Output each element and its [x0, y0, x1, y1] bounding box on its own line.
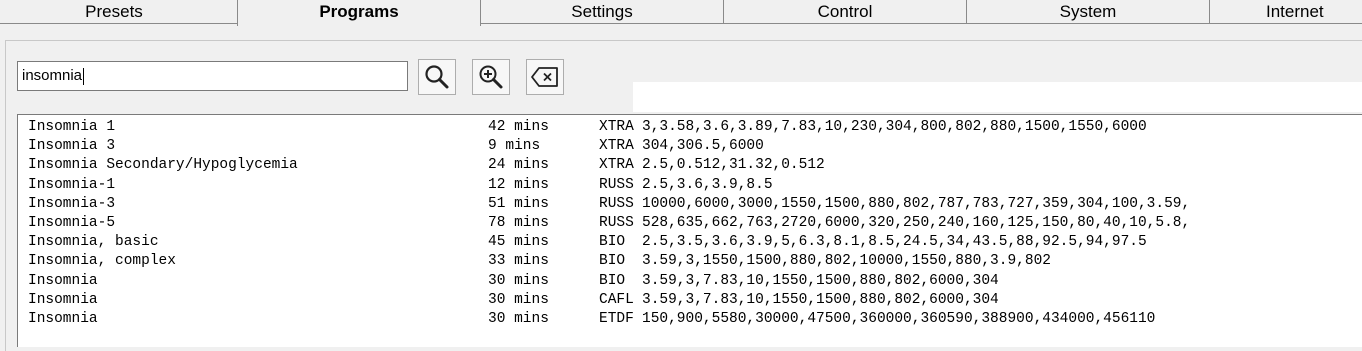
tab-system[interactable]: System — [966, 0, 1210, 24]
program-row[interactable]: Insomnia 30 mins ETDF 150,900,5580,30000,47… — [18, 310, 1362, 329]
program-row[interactable]: Insomnia Secondary/Hypoglycemia 24 mins XT… — [18, 156, 1362, 175]
program-duration: 78 mins — [488, 215, 549, 231]
program-type: RUSS — [599, 176, 634, 193]
search-icon — [425, 65, 449, 89]
program-duration: 33 mins — [488, 253, 549, 270]
program-frequencies: 3.59,3,7.83,10,1550,1500,880,802,6000,30… — [642, 291, 999, 308]
program-row[interactable]: Insomnia 30 mins CAFL 3.59,3,7.83,10,1550,1… — [18, 291, 1362, 310]
search-button[interactable] — [418, 59, 456, 95]
tab-settings[interactable]: Settings — [480, 0, 724, 24]
program-type: XTRA — [599, 138, 634, 155]
program-duration: 12 mins — [488, 176, 549, 193]
program-duration: 51 mins — [488, 195, 549, 212]
program-name: Insomnia-1 — [28, 176, 116, 193]
text-cursor — [83, 67, 85, 85]
program-duration: 45 mins — [488, 234, 549, 251]
search-input[interactable]: insomnia — [17, 61, 408, 91]
program-name: Insomnia, basic — [28, 234, 159, 251]
program-row[interactable]: Insomnia-5 78 mins RUSS 528,635,662,763,272… — [18, 214, 1362, 233]
program-duration: 30 mins — [488, 291, 549, 308]
tab-bar: Presets Programs Settings Control System… — [0, 0, 1362, 26]
program-duration: 30 mins — [488, 272, 549, 289]
program-frequencies: 3.59,3,1550,1500,880,802,10000,1550,880,… — [642, 253, 1051, 270]
program-duration: 9 mins — [488, 138, 541, 155]
program-frequencies: 10000,6000,3000,1550,1500,880,802,787,78… — [642, 195, 1191, 212]
program-frequencies: 528,635,662,763,2720,6000,320,250,240,16… — [642, 215, 1191, 231]
program-name: Insomnia, complex — [28, 253, 176, 270]
program-row[interactable]: Insomnia 30 mins BIO 3.59,3,7.83,10,1550,15… — [18, 272, 1362, 291]
program-row[interactable]: Insomnia 3 9 mins XTRA 304,306.5,6000 — [18, 137, 1362, 156]
backspace-clear-icon — [531, 67, 558, 87]
program-frequencies: 3,3.58,3.6,3.89,7.83,10,230,304,800,802,… — [642, 119, 1147, 135]
program-frequencies: 3.59,3,7.83,10,1550,1500,880,802,6000,30… — [642, 272, 999, 289]
zoom-in-icon — [479, 65, 503, 89]
clear-button[interactable] — [526, 59, 564, 95]
tab-programs[interactable]: Programs — [237, 0, 481, 26]
tab-presets[interactable]: Presets — [0, 0, 238, 24]
program-frequencies: 2.5,0.512,31.32,0.512 — [642, 157, 825, 174]
program-row[interactable]: Insomnia-1 12 mins RUSS 2.5,3.6,3.9,8.5 — [18, 176, 1362, 195]
tab-control[interactable]: Control — [723, 0, 967, 24]
zoom-button[interactable] — [472, 59, 510, 95]
program-row[interactable]: Insomnia, basic 45 mins BIO 2.5,3.5,3.6,3.9… — [18, 233, 1362, 252]
program-name: Insomnia 3 — [28, 138, 116, 155]
program-duration: 42 mins — [488, 119, 549, 135]
program-type: BIO — [599, 234, 626, 251]
program-type: XTRA — [599, 119, 634, 135]
program-frequencies: 150,900,5580,30000,47500,360000,360590,3… — [642, 311, 1156, 327]
program-duration: 24 mins — [488, 157, 549, 174]
program-name: Insomnia-5 — [28, 215, 116, 231]
program-duration: 30 mins — [488, 311, 549, 327]
program-type: CAFL — [599, 291, 634, 308]
program-name: Insomnia-3 — [28, 195, 116, 212]
program-type: BIO — [599, 272, 626, 289]
program-type: RUSS — [599, 195, 634, 212]
info-box — [633, 82, 1362, 112]
program-frequencies: 2.5,3.6,3.9,8.5 — [642, 176, 773, 193]
program-type: BIO — [599, 253, 626, 270]
program-type: RUSS — [599, 215, 634, 231]
program-name: Insomnia Secondary/Hypoglycemia — [28, 157, 298, 174]
program-name: Insomnia — [28, 311, 98, 327]
tab-internet[interactable]: Internet — [1209, 0, 1362, 24]
program-name: Insomnia — [28, 272, 98, 289]
program-row[interactable]: Insomnia, complex 33 mins BIO 3.59,3,1550,1… — [18, 252, 1362, 271]
program-list[interactable]: Insomnia 1 42 mins XTRA 3,3.58,3.6,3.89,7.8… — [17, 114, 1362, 347]
program-type: ETDF — [599, 311, 634, 327]
program-name: Insomnia 1 — [28, 119, 116, 135]
program-row[interactable]: Insomnia 1 42 mins XTRA 3,3.58,3.6,3.89,7.8… — [18, 118, 1362, 137]
program-frequencies: 304,306.5,6000 — [642, 138, 764, 155]
program-name: Insomnia — [28, 291, 98, 308]
program-row[interactable]: Insomnia-3 51 mins RUSS 10000,6000,3000,155… — [18, 195, 1362, 214]
search-value: insomnia — [22, 67, 83, 84]
program-type: XTRA — [599, 157, 634, 174]
program-frequencies: 2.5,3.5,3.6,3.9,5,6.3,8.1,8.5,24.5,34,43… — [642, 234, 1147, 251]
